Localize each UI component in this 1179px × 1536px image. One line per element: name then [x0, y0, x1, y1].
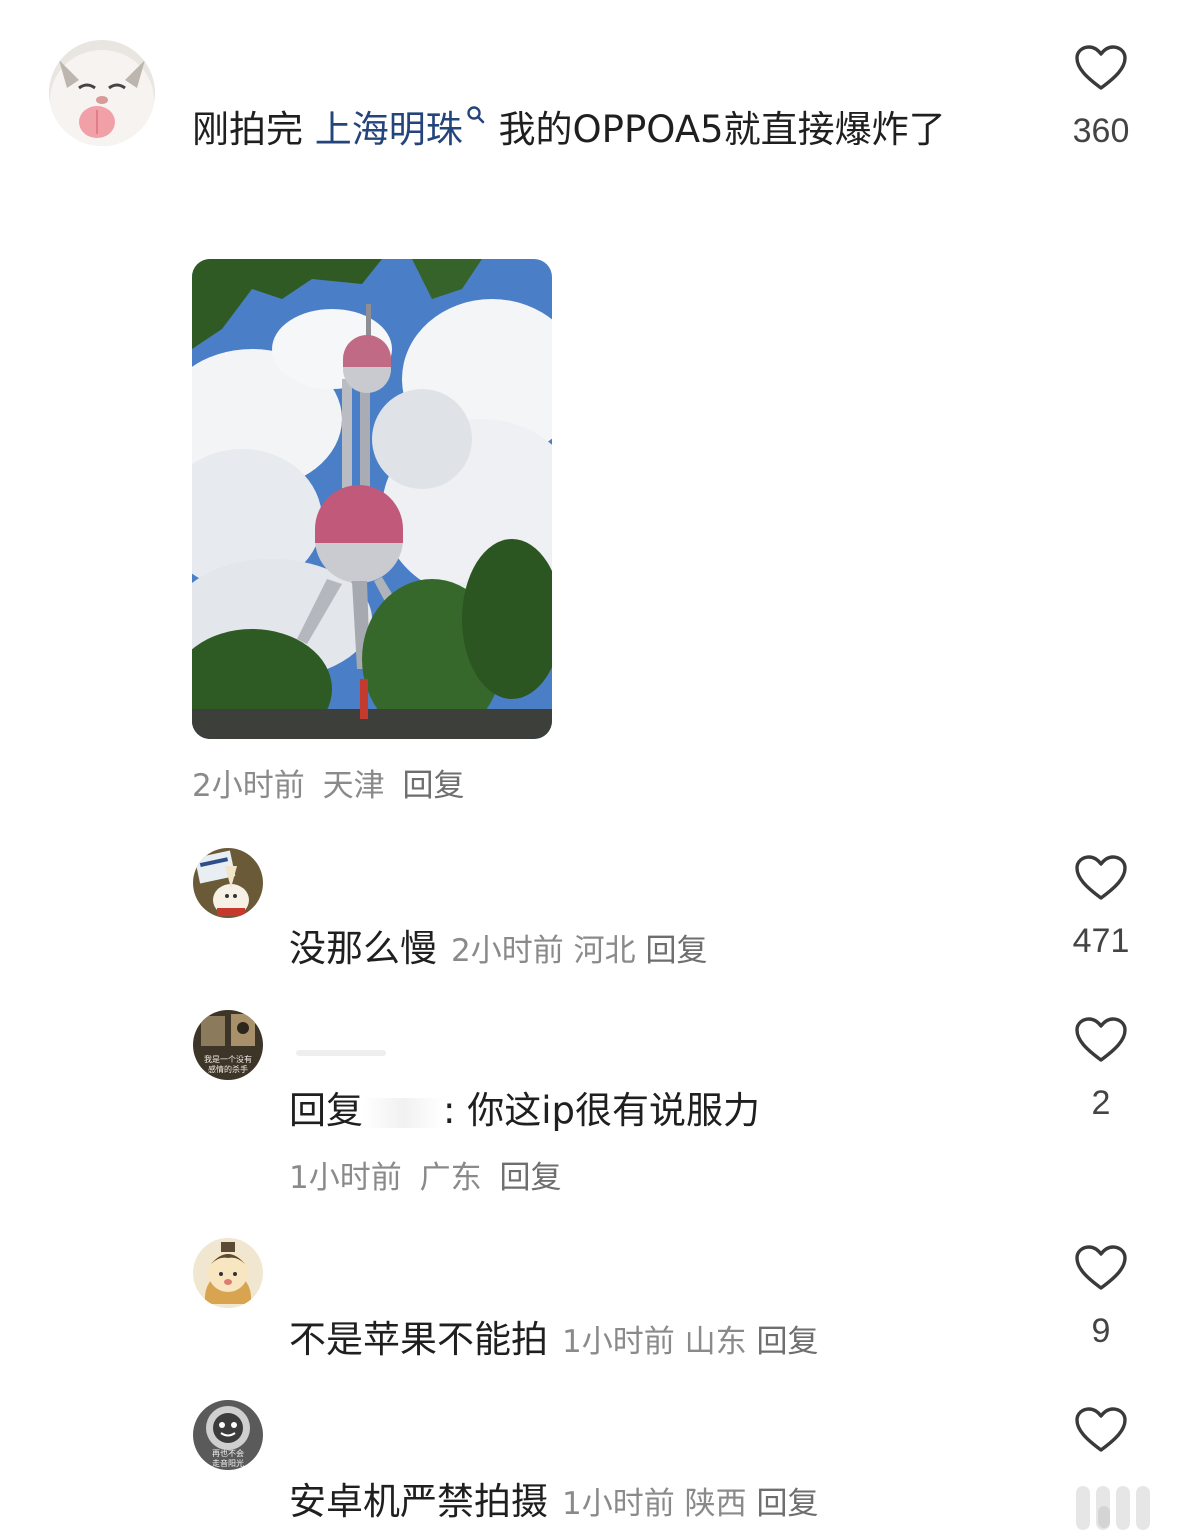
reply-2-text: : 你这ip很有说服力 [443, 1089, 760, 1132]
reply-2-prefix: 回复 [289, 1089, 363, 1132]
svg-text:走音阳光: 走音阳光 [212, 1458, 244, 1468]
tower-photo-image [192, 259, 552, 739]
like-count-main: 360 [1072, 112, 1130, 150]
comment-location: 天津 [322, 768, 385, 804]
like-count-reply-1: 471 [1072, 922, 1130, 960]
topic-link[interactable]: 上海明珠 [314, 106, 487, 151]
heart-outline-icon [1075, 1017, 1127, 1062]
like-button-reply-3[interactable] [1074, 1244, 1128, 1292]
comment-photo[interactable] [192, 259, 552, 739]
watermark-bars [980, 1480, 1170, 1530]
like-count-reply-3: 9 [1091, 1312, 1111, 1350]
avatar-caption: 再也不会 [212, 1448, 244, 1458]
topic-label: 上海明珠 [314, 108, 463, 151]
like-button-reply-2[interactable] [1074, 1016, 1128, 1064]
reply-1-text: 没那么慢 [289, 927, 437, 970]
reply-2-text-row: 回复 : 你这ip很有说服力 [289, 1080, 760, 1134]
heart-outline-icon [1075, 1245, 1127, 1290]
main-comment-meta: 2小时前 天津 回复 [192, 760, 464, 805]
avatar-main[interactable] [49, 40, 155, 146]
search-icon [467, 106, 485, 124]
avatar-reply-2[interactable]: 我是一个没有 感情的杀手 [193, 1010, 263, 1080]
reply-3-reply-button[interactable]: 回复 [756, 1324, 818, 1360]
heart-outline-icon [1075, 855, 1127, 900]
reply-2-time: 1小时前 [289, 1160, 402, 1196]
avatar-caption: 我是一个没有 [204, 1054, 252, 1064]
heart-outline-icon [1075, 45, 1127, 90]
comment-time: 2小时前 [192, 768, 305, 804]
like-button-reply-4[interactable] [1074, 1406, 1128, 1454]
reply-4-reply-button[interactable]: 回复 [756, 1486, 818, 1522]
reply-1-time: 2小时前 [451, 933, 564, 969]
reply-3-time: 1小时前 [562, 1324, 675, 1360]
reply-4-text-row: 安卓机严禁拍摄 1小时前 陕西 回复 [289, 1471, 818, 1525]
reply-3-location: 山东 [684, 1324, 747, 1360]
reply-2-meta: 1小时前 广东 回复 [289, 1152, 561, 1197]
like-button-main[interactable] [1074, 44, 1128, 92]
avatar-reply-4[interactable]: 再也不会 走音阳光 [193, 1400, 263, 1470]
reply-1-text-row: 没那么慢 2小时前 河北 回复 [289, 918, 707, 972]
reply-4-time: 1小时前 [562, 1486, 675, 1522]
reply-3-text-row: 不是苹果不能拍 1小时前 山东 回复 [289, 1309, 818, 1363]
main-comment-text: 刚拍完 上海明珠 我的OPPOA5就直接爆炸了 [192, 98, 1012, 162]
comment-text-after: 我的OPPOA5就直接爆炸了 [486, 108, 946, 151]
reply-2-username-blur [296, 1050, 386, 1056]
svg-text:感情的杀手: 感情的杀手 [208, 1064, 248, 1074]
reply-2-location: 广东 [419, 1160, 482, 1196]
reply-2-reply-button[interactable]: 回复 [499, 1160, 561, 1196]
like-count-reply-2: 2 [1091, 1084, 1111, 1122]
reply-2-mentioned-user[interactable] [363, 1097, 443, 1128]
heart-outline-icon [1075, 1407, 1127, 1452]
reply-1-reply-button[interactable]: 回复 [645, 933, 707, 969]
avatar-reply-1[interactable] [193, 848, 263, 918]
comment-text-before: 刚拍完 [192, 108, 315, 151]
reply-4-text: 安卓机严禁拍摄 [289, 1480, 548, 1523]
reply-3-text: 不是苹果不能拍 [289, 1318, 548, 1361]
reply-4-location: 陕西 [684, 1486, 747, 1522]
like-button-reply-1[interactable] [1074, 854, 1128, 902]
reply-button-main[interactable]: 回复 [402, 768, 464, 804]
reply-1-location: 河北 [573, 933, 636, 969]
avatar-reply-3[interactable] [193, 1238, 263, 1308]
